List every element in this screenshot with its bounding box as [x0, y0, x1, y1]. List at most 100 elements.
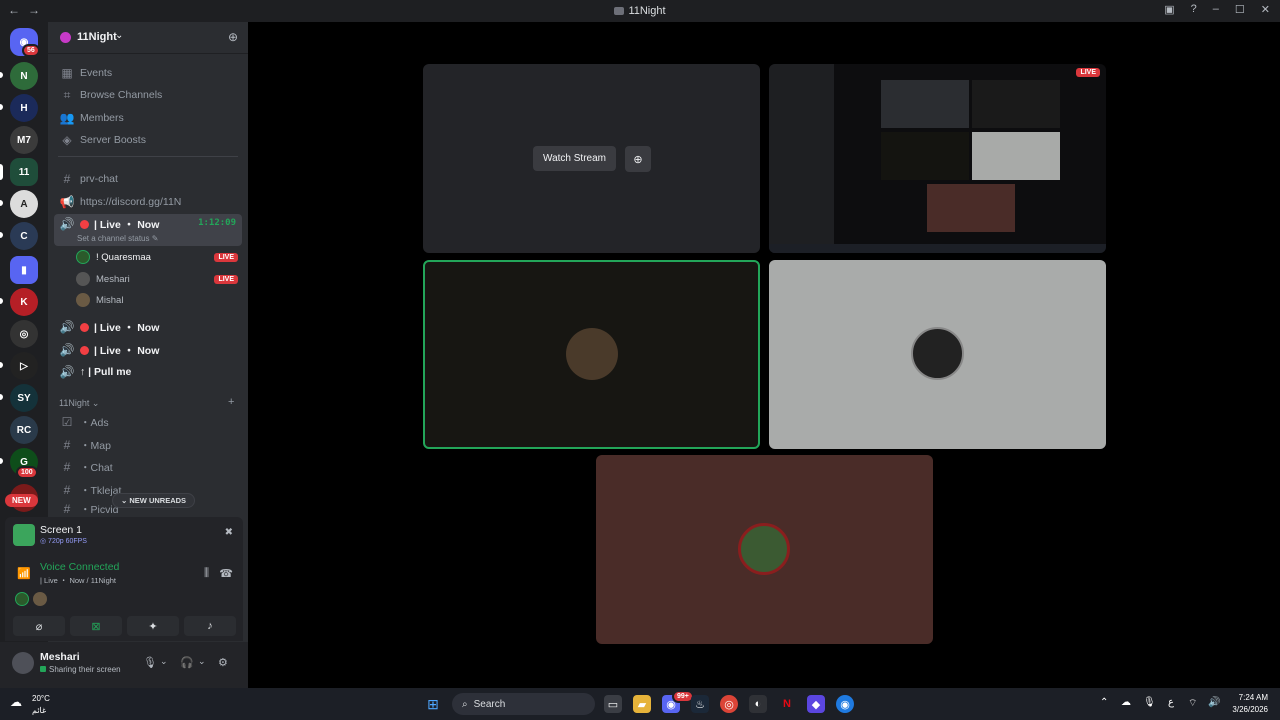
server-icon-red[interactable]: K	[10, 288, 38, 316]
disconnect-icon[interactable]: ☎	[219, 567, 233, 580]
server-icon-gray[interactable]: ◎	[10, 320, 38, 348]
inbox-icon[interactable]: ▣	[1164, 3, 1174, 16]
weather-condition: غائم	[32, 706, 47, 715]
participant-tile-speaking[interactable]	[423, 260, 760, 449]
menu-server-boosts[interactable]: ◈ Server Boosts	[54, 130, 242, 150]
avatar[interactable]	[12, 652, 34, 674]
members-icon: 👥	[59, 111, 75, 125]
avatar[interactable]	[15, 592, 29, 606]
popout-icon[interactable]: ⊕	[625, 146, 651, 172]
file-explorer-icon[interactable]: ▰	[633, 695, 651, 713]
category-11night[interactable]: 11Night ⌄	[59, 398, 99, 409]
stream-tile-live[interactable]: LIVE	[769, 64, 1106, 253]
stream-preview-tile	[972, 80, 1060, 128]
server-icon-city[interactable]: C	[10, 222, 38, 250]
server-icon-11night[interactable]: 11	[10, 158, 38, 186]
server-icon-anime[interactable]: A	[10, 190, 38, 218]
channel-ads[interactable]: ☑ ・Ads	[54, 412, 242, 432]
announcement-icon: 📢	[59, 195, 75, 209]
stream-tile-watch[interactable]: Watch Stream ⊕	[423, 64, 760, 253]
minimize-button[interactable]: –	[1213, 3, 1219, 16]
voice-channel-pull-me[interactable]: 🔊 ↑ | Pull me	[54, 362, 242, 382]
headphones-icon[interactable]: 🎧	[180, 656, 194, 669]
avatar	[76, 250, 90, 264]
voice-connected-status[interactable]: Voice Connected	[40, 561, 119, 573]
stream-preview-tile	[881, 132, 969, 180]
voice-member[interactable]: Meshari LIVE	[76, 269, 242, 289]
chevron-up-icon[interactable]: ⌃	[1100, 697, 1108, 708]
app-icon[interactable]: ◆	[807, 695, 825, 713]
server-icon-sy[interactable]: SY	[10, 384, 38, 412]
user-status-text: Sharing their screen	[49, 665, 121, 674]
noise-suppression-icon[interactable]: ⫼	[204, 567, 209, 580]
settings-gear-icon[interactable]: ⚙	[218, 656, 228, 669]
app-icon[interactable]: ◐	[749, 695, 767, 713]
voice-member[interactable]: ! Quaresmaa LIVE	[76, 247, 242, 267]
guild-header[interactable]: 11Night ⌄ ⊕	[48, 22, 248, 54]
unread-pill	[0, 72, 3, 78]
channel-chat[interactable]: # ・Chat	[54, 457, 242, 477]
server-icon-nv[interactable]: N	[10, 62, 38, 90]
set-channel-status[interactable]: Set a channel status ✎	[77, 234, 158, 243]
server-icon-play[interactable]: ▷	[10, 352, 38, 380]
avatar	[566, 328, 618, 380]
help-icon[interactable]: ?	[1191, 3, 1197, 16]
unread-pill	[0, 362, 3, 368]
voice-channel-path[interactable]: | Live ・ Now / 11Night	[40, 575, 116, 586]
volume-icon[interactable]: 🔊	[1208, 697, 1220, 708]
voice-channel-live-2[interactable]: 🔊 | Live ・ Now	[54, 317, 242, 337]
search-icon: ⌕	[462, 698, 468, 710]
invite-people-icon[interactable]: ⊕	[228, 30, 238, 44]
wifi-icon[interactable]: ⌔	[1188, 697, 1197, 710]
onedrive-icon[interactable]: ☁	[1121, 697, 1131, 708]
clock[interactable]: 7:24 AM 3/26/2026	[1232, 692, 1268, 716]
new-unreads-button[interactable]: ⌄ NEW UNREADS	[112, 493, 196, 508]
windows-start-icon[interactable]: ⊞	[424, 695, 442, 713]
menu-members[interactable]: 👥 Members	[54, 108, 242, 128]
voice-channel-live-3[interactable]: 🔊 | Live ・ Now	[54, 340, 242, 360]
stop-stream-icon[interactable]: ✖	[225, 527, 233, 538]
camera-off-button[interactable]: ⌀	[13, 616, 65, 636]
title-bar: ← → 11Night ▣ ? – ☐ ✕	[0, 0, 1280, 22]
server-icon-m7[interactable]: M7	[10, 126, 38, 154]
chevron-down-icon[interactable]: ⌄	[198, 656, 206, 667]
member-name: ! Quaresmaa	[96, 251, 151, 263]
folder-icon[interactable]: ▮	[10, 256, 38, 284]
menu-events[interactable]: ▦ Events	[54, 63, 242, 83]
call-stage: Watch Stream ⊕ LIVE	[249, 22, 1280, 688]
app-icon[interactable]: ◉	[836, 695, 854, 713]
new-badge[interactable]: NEW	[5, 494, 38, 507]
chevron-down-icon[interactable]: ⌄	[160, 656, 168, 667]
channel-map[interactable]: # ・Map	[54, 435, 242, 455]
screen-share-button[interactable]: ⊠	[70, 616, 122, 636]
channel-prv-chat[interactable]: # prv-chat	[54, 169, 242, 189]
task-view-icon[interactable]: ▭	[604, 695, 622, 713]
microphone-icon[interactable]: 🎙	[1143, 697, 1156, 708]
windows-taskbar: ☁ 20°C غائم ⊞ ⌕ Search ▭ ▰ ◉ 99+ ♨ ◎ ◐ N …	[0, 688, 1280, 720]
activities-button[interactable]: ✦	[127, 616, 179, 636]
maximize-button[interactable]: ☐	[1235, 3, 1245, 16]
signal-icon[interactable]: 📶	[17, 567, 31, 580]
avatar[interactable]	[33, 592, 47, 606]
watch-stream-button[interactable]: Watch Stream	[533, 146, 616, 171]
menu-browse-channels[interactable]: ⌗ Browse Channels	[54, 85, 242, 105]
participant-tile[interactable]	[769, 260, 1106, 449]
channel-label: prv-chat	[80, 173, 118, 185]
voice-member[interactable]: Mishal	[76, 290, 242, 310]
hashtag-icon: #	[63, 460, 71, 474]
netflix-icon[interactable]: N	[778, 695, 796, 713]
guild-name: 11Night	[77, 31, 117, 43]
server-icon-rc[interactable]: RC	[10, 416, 38, 444]
close-button[interactable]: ✕	[1261, 3, 1270, 16]
taskbar-search[interactable]: ⌕ Search	[452, 693, 595, 715]
chrome-icon[interactable]: ◎	[720, 695, 738, 713]
steam-icon[interactable]: ♨	[691, 695, 709, 713]
temperature: 20°C	[32, 694, 50, 703]
microphone-icon[interactable]: 🎙	[143, 656, 157, 669]
live-badge: LIVE	[214, 274, 238, 284]
soundboard-button[interactable]: ♪	[184, 616, 236, 636]
channel-invite-link[interactable]: 📢 https://discord.gg/11N	[54, 192, 242, 212]
language-indicator[interactable]: ع	[1168, 697, 1174, 708]
server-icon-hy[interactable]: H	[10, 94, 38, 122]
participant-tile[interactable]	[596, 455, 933, 644]
